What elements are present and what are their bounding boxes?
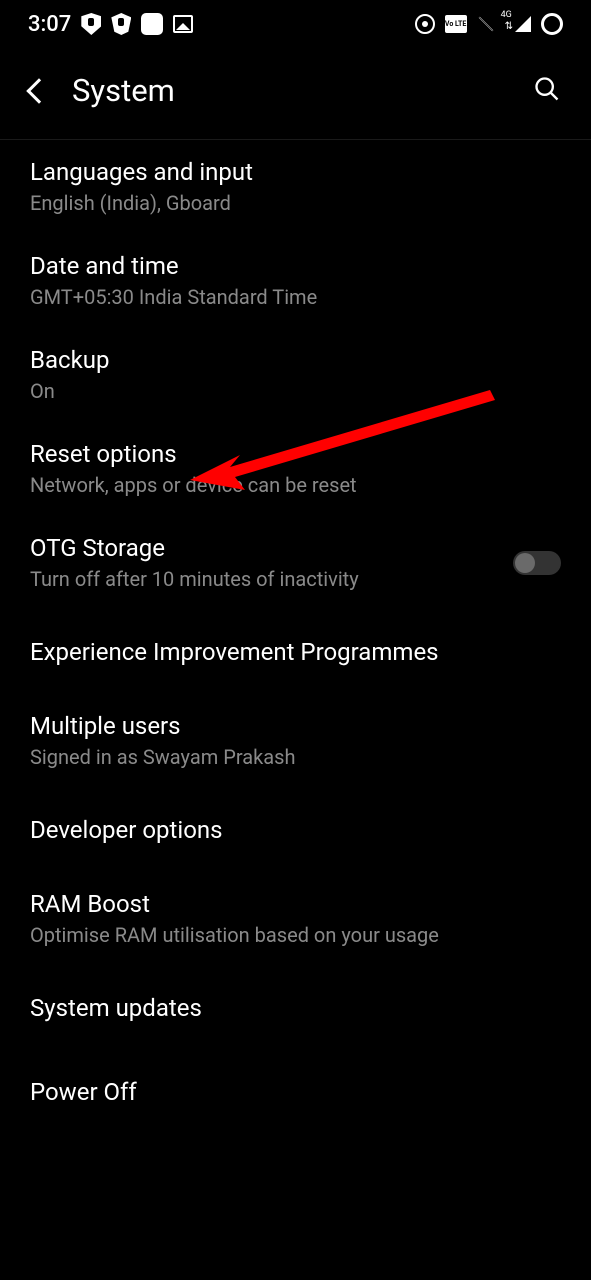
setting-subtitle: Turn off after 10 minutes of inactivity xyxy=(30,566,513,592)
setting-subtitle: Optimise RAM utilisation based on your u… xyxy=(30,922,561,948)
setting-title: System updates xyxy=(30,994,561,1022)
setting-subtitle: GMT+05:30 India Standard Time xyxy=(30,284,561,310)
app-notification-icon-3 xyxy=(141,13,163,35)
page-title: System xyxy=(72,72,175,109)
setting-reset-options[interactable]: Reset options Network, apps or device ca… xyxy=(30,422,561,516)
status-bar-right: Vo LTE 4G ⇅ xyxy=(415,13,563,35)
setting-title: Multiple users xyxy=(30,712,561,740)
setting-title: Languages and input xyxy=(30,158,561,186)
settings-list: Languages and input English (India), Gbo… xyxy=(0,140,591,1134)
setting-subtitle: Network, apps or device can be reset xyxy=(30,472,561,498)
setting-title: Date and time xyxy=(30,252,561,280)
setting-title: Power Off xyxy=(30,1078,561,1106)
setting-languages-input[interactable]: Languages and input English (India), Gbo… xyxy=(30,140,561,234)
dnd-mute-icon xyxy=(477,14,495,34)
app-notification-icon-1 xyxy=(81,13,101,35)
setting-subtitle: English (India), Gboard xyxy=(30,190,561,216)
setting-system-updates[interactable]: System updates xyxy=(30,966,561,1050)
setting-title: Experience Improvement Programmes xyxy=(30,638,561,666)
setting-backup[interactable]: Backup On xyxy=(30,328,561,422)
setting-developer-options[interactable]: Developer options xyxy=(30,788,561,872)
setting-multiple-users[interactable]: Multiple users Signed in as Swayam Praka… xyxy=(30,694,561,788)
status-bar: 3:07 Vo LTE 4G ⇅ xyxy=(0,0,591,44)
setting-otg-storage[interactable]: OTG Storage Turn off after 10 minutes of… xyxy=(30,516,561,610)
search-icon xyxy=(533,75,561,103)
setting-subtitle: Signed in as Swayam Prakash xyxy=(30,744,561,770)
otg-toggle[interactable] xyxy=(513,551,561,575)
setting-title: RAM Boost xyxy=(30,890,561,918)
setting-experience-improvement[interactable]: Experience Improvement Programmes xyxy=(30,610,561,694)
setting-title: Developer options xyxy=(30,816,561,844)
header-left: System xyxy=(30,72,175,109)
setting-ram-boost[interactable]: RAM Boost Optimise RAM utilisation based… xyxy=(30,872,561,966)
app-notification-icon-2 xyxy=(111,13,131,35)
page-header: System xyxy=(0,44,591,140)
setting-title: Reset options xyxy=(30,440,561,468)
setting-title: OTG Storage xyxy=(30,534,513,562)
back-icon[interactable] xyxy=(26,78,51,103)
loading-circle-icon xyxy=(541,13,563,35)
status-bar-left: 3:07 xyxy=(28,12,193,37)
search-button[interactable] xyxy=(533,75,561,107)
setting-date-time[interactable]: Date and time GMT+05:30 India Standard T… xyxy=(30,234,561,328)
volte-icon: Vo LTE xyxy=(445,15,467,33)
setting-power-off[interactable]: Power Off xyxy=(30,1050,561,1134)
status-time: 3:07 xyxy=(28,12,71,37)
hotspot-icon xyxy=(415,14,435,34)
signal-icon: 4G ⇅ xyxy=(505,16,531,32)
setting-subtitle: On xyxy=(30,378,561,404)
setting-title: Backup xyxy=(30,346,561,374)
screenshot-icon xyxy=(173,15,193,33)
